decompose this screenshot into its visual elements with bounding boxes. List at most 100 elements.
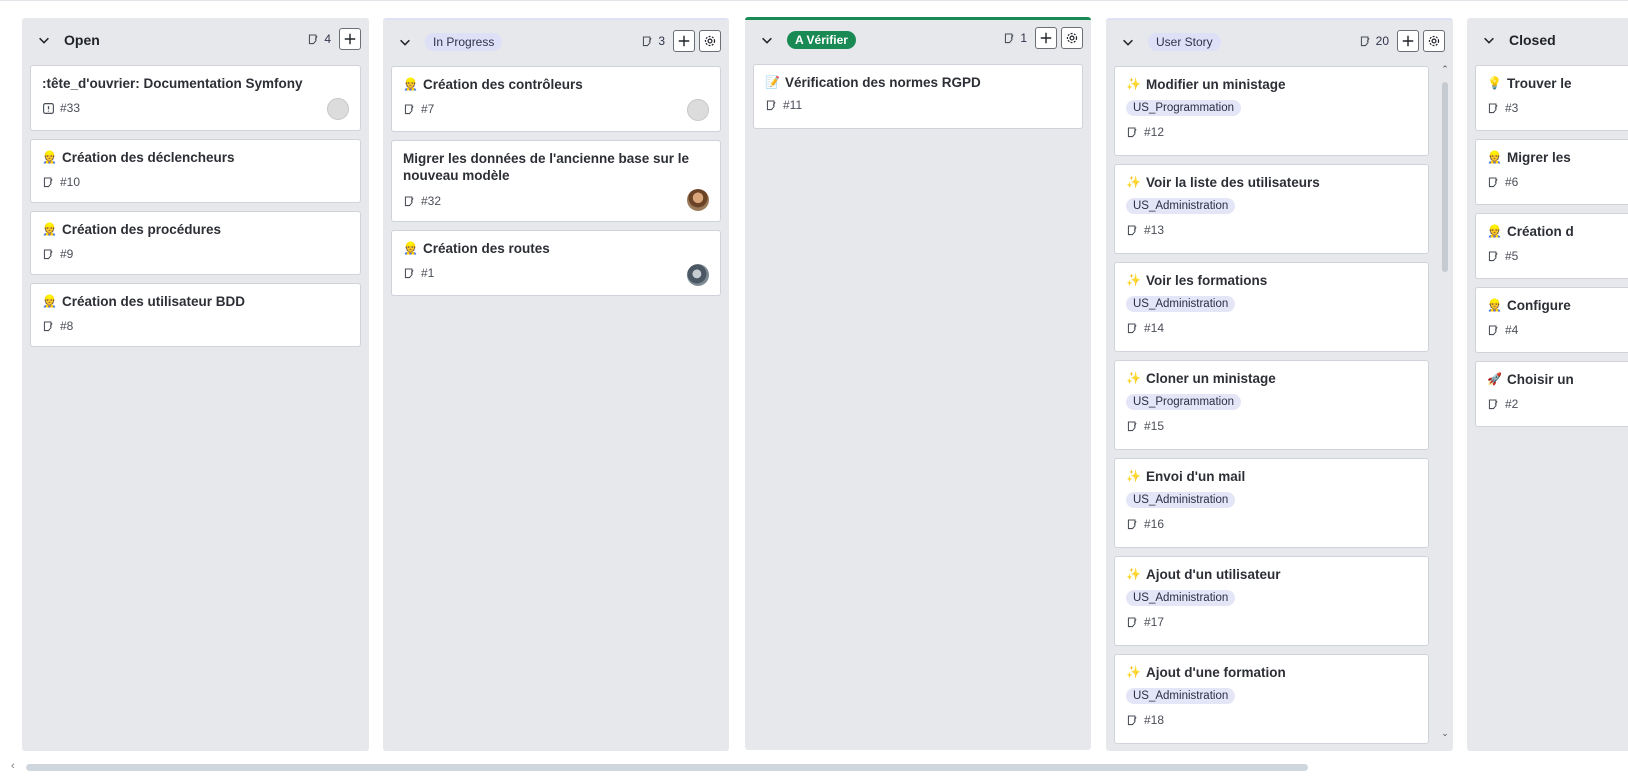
chevron-down-icon[interactable] [34,30,54,50]
card-meta: #5 [1487,249,1628,263]
card-title[interactable]: Migrer les données de l'ancienne base su… [403,150,709,184]
issue-card[interactable]: 💡 Trouver le #3 [1475,65,1628,131]
construction-worker-icon: 👷 [403,77,418,91]
issue-card[interactable]: 👷 Création des procédures #9 [30,211,361,275]
card-title[interactable]: ✨ Ajout d'une formation [1126,664,1417,681]
column-title: Open [64,32,100,48]
issue-card[interactable]: 👷 Migrer les #6 [1475,139,1628,205]
scrollbar-thumb[interactable] [26,764,1308,771]
card-title[interactable]: 👷 Création des utilisateur BDD [42,293,349,310]
issue-card[interactable]: 📝 Vérification des normes RGPD #11 [753,64,1083,129]
issue-card[interactable]: 👷 Création d #5 [1475,213,1628,279]
column-in-progress: In Progress 3 👷 Création des contrôleurs … [383,18,729,751]
card-title[interactable]: 📝 Vérification des normes RGPD [765,74,1071,91]
card-title[interactable]: 👷 Création des procédures [42,221,349,238]
note-icon [1488,103,1498,113]
card-title[interactable]: ✨ Envoi d'un mail [1126,468,1417,485]
label-tag[interactable]: US_Administration [1126,688,1236,704]
note-icon [766,100,776,110]
issue-card[interactable]: 👷 Création des utilisateur BDD #8 [30,283,361,347]
issue-card[interactable]: ✨ Ajout d'une formation US_Administration… [1114,654,1429,744]
issue-card[interactable]: ✨ Cloner un ministage US_Programmation #1… [1114,360,1429,450]
avatar[interactable] [687,264,709,286]
plus-icon [1402,35,1414,47]
issue-card[interactable]: ✨ Voir les formations US_Administration #… [1114,262,1429,352]
column-settings-button[interactable] [1061,27,1083,49]
memo-icon: 📝 [765,75,780,89]
chevron-down-icon[interactable] [757,30,777,50]
card-title[interactable]: 👷 Création d [1487,223,1628,240]
avatar[interactable] [687,189,709,211]
card-title[interactable]: 👷 Configure [1487,297,1628,314]
column-header: Closed [1467,18,1628,62]
label-tag[interactable]: US_Administration [1126,198,1236,214]
avatar[interactable] [687,99,709,121]
card-title[interactable]: 💡 Trouver le [1487,75,1628,92]
card-title[interactable]: 👷 Création des contrôleurs [403,76,709,93]
issue-card[interactable]: ✨ Ajout d'un utilisateur US_Administratio… [1114,556,1429,646]
note-icon [643,36,652,46]
scrollbar-thumb[interactable] [1442,82,1448,272]
issue-card[interactable]: 🚀 Choisir un #2 [1475,361,1628,427]
label-tag[interactable]: US_Programmation [1126,100,1241,116]
add-item-button[interactable] [673,30,695,52]
note-icon [43,249,53,259]
label-tag[interactable]: US_Administration [1126,492,1236,508]
column-settings-button[interactable] [1423,30,1445,52]
issue-card[interactable]: ✨ Voir la liste des utilisateurs US_Admin… [1114,164,1429,254]
chevron-down-icon[interactable] [1479,30,1499,50]
sparkles-icon: ✨ [1126,469,1141,483]
sparkles-icon: ✨ [1126,371,1141,385]
column-scrollbar[interactable]: ⌃ ⌄ [1440,64,1450,739]
card-meta: #33 [42,101,349,115]
scroll-left-icon[interactable]: ‹ [11,760,15,772]
column-title: User Story [1148,33,1221,51]
chevron-down-icon[interactable] [395,32,415,52]
label-tag[interactable]: US_Administration [1126,590,1236,606]
card-title[interactable]: ✨ Cloner un ministage [1126,370,1417,387]
avatar[interactable] [327,98,349,120]
card-title[interactable]: 🚀 Choisir un [1487,371,1628,388]
note-icon [1488,251,1498,261]
issue-card[interactable]: 👷 Création des routes #1 [391,230,721,296]
label-tag[interactable]: US_Programmation [1126,394,1241,410]
note-icon [1127,127,1137,137]
issue-card[interactable]: 👷 Création des contrôleurs #7 [391,66,721,132]
add-item-button[interactable] [339,28,361,50]
card-title[interactable]: :tête_d'ouvrier: Documentation Symfony [42,75,349,92]
add-item-button[interactable] [1035,27,1057,49]
column-closed: Closed 💡 Trouver le #3 👷 Migrer les #6 👷 Cr… [1467,18,1628,751]
card-title[interactable]: ✨ Voir les formations [1126,272,1417,289]
note-icon [1127,225,1137,235]
card-meta: #16 [1126,517,1417,531]
sparkles-icon: ✨ [1126,665,1141,679]
issue-card[interactable]: ✨ Envoi d'un mail US_Administration #16 [1114,458,1429,548]
card-meta: #13 [1126,223,1417,237]
issue-card[interactable]: :tête_d'ouvrier: Documentation Symfony #… [30,65,361,131]
sparkles-icon: ✨ [1126,77,1141,91]
issue-card[interactable]: ✨ Modifier un ministage US_Programmation … [1114,66,1429,156]
sparkles-icon: ✨ [1126,175,1141,189]
sparkles-icon: ✨ [1126,273,1141,287]
issue-card[interactable]: 👷 Création des déclencheurs #10 [30,139,361,203]
card-title[interactable]: ✨ Ajout d'un utilisateur [1126,566,1417,583]
column-a-verifier: A Vérifier 1 📝 Vérification des normes RG… [745,17,1091,750]
card-title[interactable]: 👷 Migrer les [1487,149,1628,166]
scroll-up-icon[interactable]: ⌃ [1440,64,1450,75]
item-count: 20 [1359,34,1389,48]
board-horizontal-scrollbar[interactable]: ‹ [0,759,1628,777]
label-tag[interactable]: US_Administration [1126,296,1236,312]
scroll-down-icon[interactable]: ⌄ [1440,728,1450,739]
card-title[interactable]: 👷 Création des routes [403,240,709,257]
construction-worker-icon: 👷 [42,294,57,308]
add-item-button[interactable] [1397,30,1419,52]
chevron-down-icon[interactable] [1118,32,1138,52]
issue-card[interactable]: Migrer les données de l'ancienne base su… [391,140,721,222]
card-title[interactable]: 👷 Création des déclencheurs [42,149,349,166]
column-settings-button[interactable] [699,30,721,52]
issue-card[interactable]: 👷 Configure #4 [1475,287,1628,353]
card-title[interactable]: ✨ Voir la liste des utilisateurs [1126,174,1417,191]
card-title[interactable]: ✨ Modifier un ministage [1126,76,1417,93]
note-icon [1488,399,1498,409]
card-meta: #3 [1487,101,1628,115]
